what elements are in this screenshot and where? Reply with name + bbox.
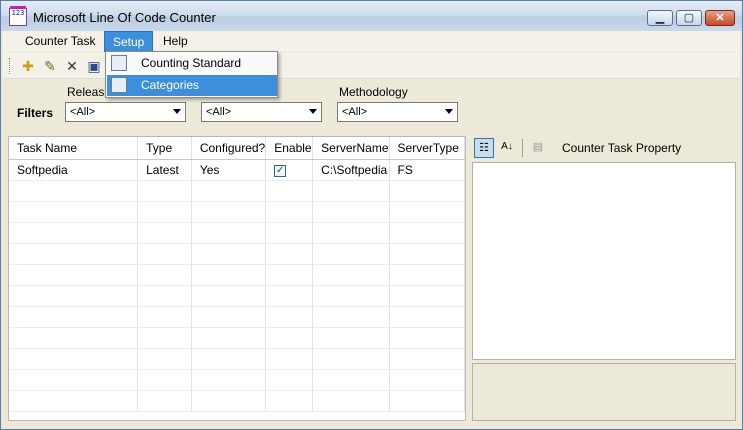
maximize-button[interactable]: ▢ <box>676 10 702 26</box>
main-window: 123 Microsoft Line Of Code Counter ▁ ▢ ✕… <box>0 0 743 430</box>
categorized-icon[interactable]: ☷ <box>474 138 494 158</box>
delete-icon[interactable]: ✕ <box>63 57 81 75</box>
column-header-server-type[interactable]: ServerType <box>389 137 466 160</box>
property-panel-title: Counter Task Property <box>562 141 682 155</box>
table-row <box>9 222 466 244</box>
second-filter-value: <All> <box>206 106 232 118</box>
new-task-icon[interactable]: ✚ <box>19 57 37 75</box>
release-filter-select[interactable]: <All> <box>65 102 186 122</box>
column-header-task-name[interactable]: Task Name <box>9 137 139 160</box>
table-header-row: Task Name Type Configured? Enable Server… <box>9 137 466 160</box>
toolbar-separator <box>522 139 523 157</box>
second-filter-select[interactable]: <All> <box>201 102 322 122</box>
table-row <box>9 327 466 349</box>
menu-help[interactable]: Help <box>155 31 196 52</box>
menu-setup[interactable]: Setup <box>104 31 154 52</box>
menu-item-label: Categories <box>141 78 200 92</box>
column-header-enable[interactable]: Enable <box>265 137 314 160</box>
cell-configured[interactable]: Yes <box>191 159 267 181</box>
cell-task-name[interactable]: Softpedia <box>9 159 139 181</box>
chevron-down-icon <box>173 109 181 114</box>
close-icon: ✕ <box>715 12 725 24</box>
table-row <box>9 306 466 328</box>
chevron-down-icon <box>445 109 453 114</box>
minimize-button[interactable]: ▁ <box>647 10 673 26</box>
categories-icon <box>111 77 127 93</box>
filters-label: Filters <box>17 106 54 120</box>
close-button[interactable]: ✕ <box>705 10 735 26</box>
toolbar-grip[interactable] <box>9 58 12 74</box>
property-grid[interactable] <box>472 162 736 360</box>
table-row[interactable]: Softpedia Latest Yes ✓ C:\Softpedia FS <box>9 159 466 181</box>
save-icon[interactable]: ▣ <box>85 57 103 75</box>
alphabetical-sort-icon[interactable]: A↓ <box>497 138 517 158</box>
menu-item-categories[interactable]: Categories <box>107 75 277 96</box>
table-row <box>9 243 466 265</box>
minimize-icon: ▁ <box>655 12 665 24</box>
setup-dropdown-menu: Counting Standard Categories <box>105 51 278 98</box>
maximize-icon: ▢ <box>683 12 695 24</box>
cell-type[interactable]: Latest <box>137 159 192 181</box>
release-filter-value: <All> <box>70 106 96 118</box>
window-title: Microsoft Line Of Code Counter <box>33 10 216 25</box>
menu-counter-task[interactable]: Counter Task <box>17 31 103 52</box>
table-row <box>9 390 466 412</box>
methodology-filter-select[interactable]: <All> <box>337 102 458 122</box>
table-row <box>9 264 466 286</box>
title-bar[interactable]: 123 Microsoft Line Of Code Counter ▁ ▢ ✕ <box>1 1 742 31</box>
column-header-server-name[interactable]: ServerName <box>312 137 390 160</box>
property-description <box>472 363 736 421</box>
column-header-configured[interactable]: Configured? <box>191 137 267 160</box>
cell-server-type[interactable]: FS <box>389 159 466 181</box>
table-row <box>9 348 466 370</box>
property-toolbar: ☷ A↓ ▤ Counter Task Property <box>470 136 737 160</box>
menu-item-counting-standard[interactable]: Counting Standard <box>107 53 277 74</box>
property-pages-icon[interactable]: ▤ <box>528 138 548 158</box>
column-header-type[interactable]: Type <box>137 137 192 160</box>
table-row <box>9 369 466 391</box>
chevron-down-icon <box>309 109 317 114</box>
table-row <box>9 201 466 223</box>
table-row <box>9 285 466 307</box>
table-row <box>9 180 466 202</box>
document-icon <box>111 55 127 71</box>
app-icon: 123 <box>9 6 27 26</box>
cell-server-name[interactable]: C:\Softpedia <box>312 159 390 181</box>
property-panel: ☷ A↓ ▤ Counter Task Property <box>470 136 737 423</box>
methodology-filter-value: <All> <box>342 106 368 118</box>
counter-task-grid: Task Name Type Configured? Enable Server… <box>8 136 466 421</box>
menu-item-label: Counting Standard <box>141 56 242 70</box>
menu-bar: Counter Task Setup Help <box>3 31 740 52</box>
cell-enable[interactable]: ✓ <box>265 159 314 181</box>
enable-checkbox[interactable]: ✓ <box>274 165 287 177</box>
edit-task-icon[interactable]: ✎ <box>41 57 59 75</box>
methodology-caption: Methodology <box>339 85 408 99</box>
task-table: Task Name Type Configured? Enable Server… <box>9 137 466 412</box>
